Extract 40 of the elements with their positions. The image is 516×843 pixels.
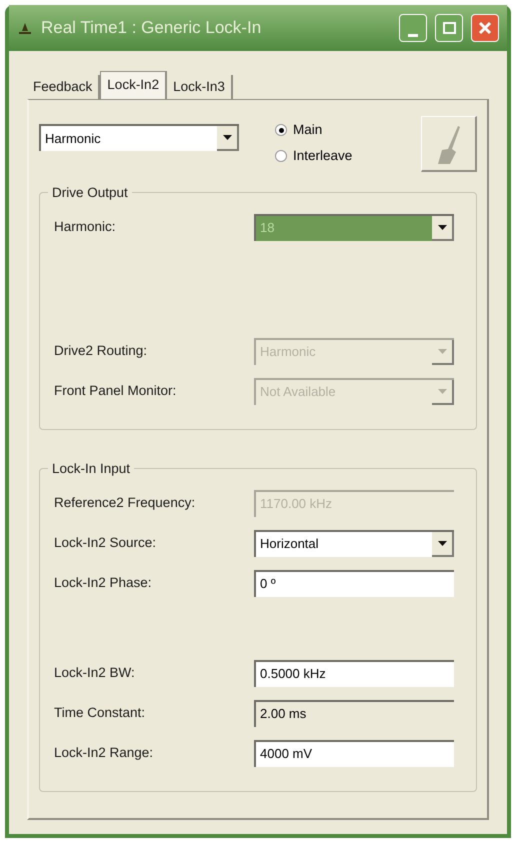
- input-field[interactable]: 0 º: [254, 570, 454, 596]
- dropdown-value: 18: [259, 219, 276, 238]
- input-field[interactable]: 0.5000 kHz: [254, 660, 454, 686]
- dropdown-value: Harmonic: [259, 343, 317, 362]
- radio-option[interactable]: Main: [275, 120, 352, 140]
- input-field[interactable]: 2.00 ms: [254, 700, 454, 726]
- field-label: Lock-In2 Source:: [54, 534, 158, 552]
- field-label: Harmonic:: [54, 218, 117, 236]
- radio-button[interactable]: [275, 150, 287, 162]
- window-title: Real Time1 : Generic Lock-In: [41, 17, 262, 40]
- radio-button[interactable]: [275, 124, 287, 136]
- maximize-icon: [442, 22, 456, 34]
- field-label: Time Constant:: [54, 704, 146, 722]
- dropdown-value: Harmonic: [44, 130, 102, 148]
- minimize-button[interactable]: [399, 14, 427, 42]
- input-field[interactable]: 4000 mV: [254, 740, 454, 766]
- dropdown-value: Not Available: [259, 383, 337, 402]
- caret-icon: [438, 540, 446, 546]
- field-label: Lock-In2 BW:: [54, 664, 136, 682]
- caret-icon: [438, 224, 446, 230]
- caret-icon: [438, 388, 446, 394]
- caret-icon: [222, 135, 232, 140]
- field-label: Reference2 Frequency:: [54, 494, 196, 512]
- field-label: Lock-In2 Phase:: [54, 574, 153, 592]
- tab[interactable]: Lock-In3: [167, 75, 233, 99]
- field-label: Lock-In2 Range:: [54, 744, 154, 762]
- close-icon: [478, 21, 492, 35]
- dropdown[interactable]: Horizontal: [254, 530, 454, 556]
- maximize-button[interactable]: [435, 14, 463, 42]
- clear-button[interactable]: [421, 116, 477, 172]
- minimize-icon: [408, 34, 418, 37]
- dropdown-value: Horizontal: [259, 535, 320, 554]
- field-label: Drive2 Routing:: [54, 342, 148, 360]
- tab[interactable]: Lock-In2: [100, 71, 168, 99]
- field-label: Front Panel Monitor:: [54, 382, 178, 400]
- broom-icon: [436, 124, 462, 164]
- radio-option[interactable]: Interleave: [275, 146, 352, 166]
- close-button[interactable]: [471, 14, 499, 42]
- mode-dropdown[interactable]: Harmonic: [39, 124, 239, 151]
- caret-icon: [438, 348, 446, 354]
